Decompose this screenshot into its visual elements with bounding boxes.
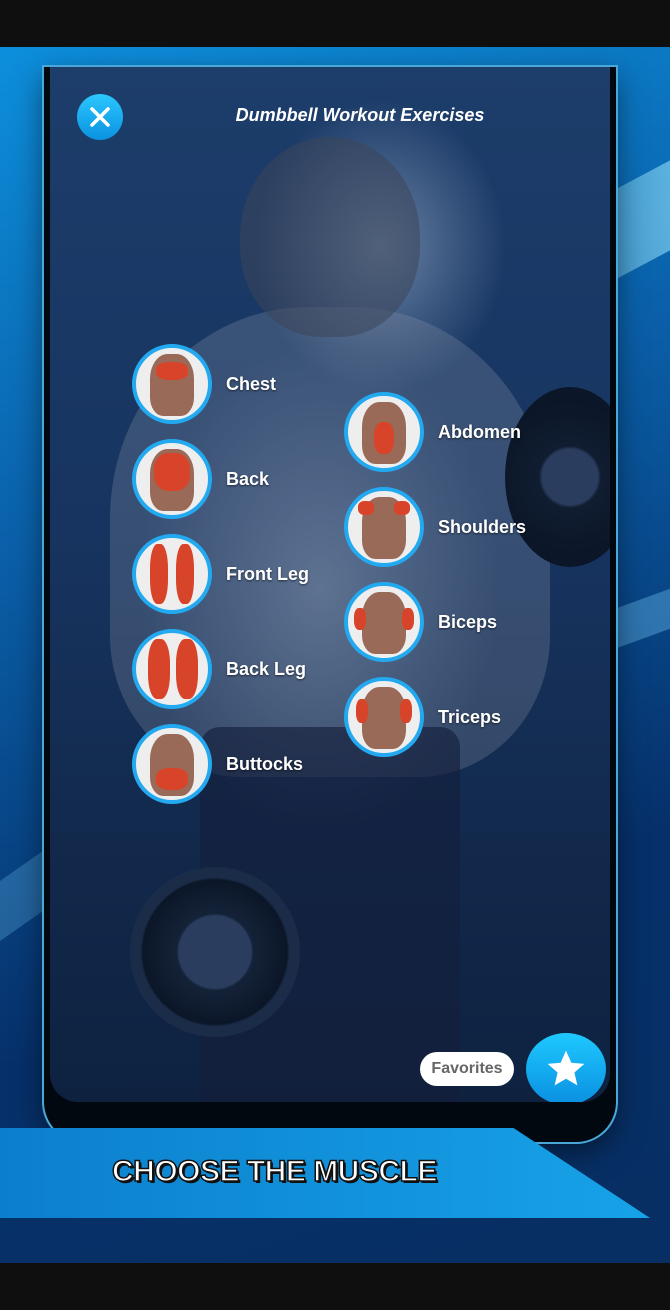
muscle-label: Triceps [438, 706, 502, 727]
back-leg-muscle-icon [132, 629, 212, 709]
muscle-label: Back Leg [226, 658, 307, 679]
back-muscle-icon [132, 439, 212, 519]
favorites-label[interactable]: Favorites [420, 1052, 514, 1086]
muscle-item-biceps[interactable]: Biceps [344, 582, 497, 662]
abdomen-muscle-icon [344, 392, 424, 472]
front-leg-muscle-icon [132, 534, 212, 614]
muscle-item-abdomen[interactable]: Abdomen [344, 392, 521, 472]
muscle-item-front-leg[interactable]: Front Leg [132, 534, 309, 614]
muscle-item-buttocks[interactable]: Buttocks [132, 724, 303, 804]
chest-muscle-icon [132, 344, 212, 424]
favorites-button[interactable] [526, 1033, 606, 1102]
muscle-label: Biceps [438, 611, 498, 632]
dumbbell-image [130, 867, 300, 1037]
muscle-label: Shoulders [438, 516, 527, 537]
muscle-item-back-leg[interactable]: Back Leg [132, 629, 306, 709]
triceps-muscle-icon [344, 677, 424, 757]
muscle-item-shoulders[interactable]: Shoulders [344, 487, 526, 567]
muscle-label: Chest [226, 373, 277, 394]
close-icon [90, 107, 110, 127]
buttocks-muscle-icon [132, 724, 212, 804]
muscle-item-back[interactable]: Back [132, 439, 269, 519]
muscle-label: Back [226, 468, 270, 489]
app-screen: Dumbbell Workout Exercises Chest Back Fr… [50, 67, 610, 1102]
phone-frame: Dumbbell Workout Exercises Chest Back Fr… [44, 67, 616, 1142]
muscle-label: Abdomen [438, 421, 521, 442]
app-title: Dumbbell Workout Exercises [235, 105, 485, 125]
muscle-label: Front Leg [226, 563, 309, 584]
athlete-photo-head [240, 137, 420, 337]
muscle-item-triceps[interactable]: Triceps [344, 677, 501, 757]
promo-background: Dumbbell Workout Exercises Chest Back Fr… [0, 47, 670, 1263]
biceps-muscle-icon [344, 582, 424, 662]
promo-banner-text: CHOOSE THE MUSCLE [111, 1154, 438, 1189]
muscle-item-chest[interactable]: Chest [132, 344, 276, 424]
shoulders-muscle-icon [344, 487, 424, 567]
muscle-label: Buttocks [226, 753, 304, 774]
star-icon [547, 1050, 585, 1086]
close-button[interactable] [77, 94, 123, 140]
